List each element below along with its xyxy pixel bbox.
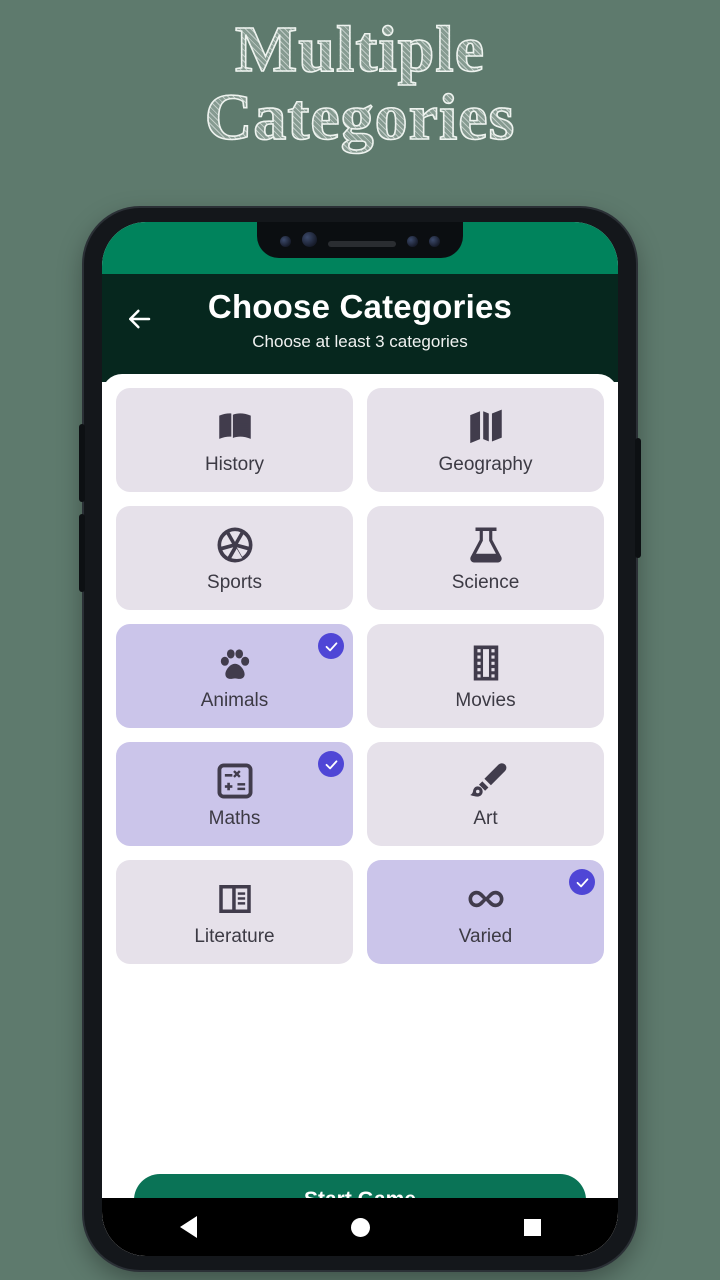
category-card-geography[interactable]: Geography	[367, 388, 604, 492]
selected-check-badge	[318, 633, 344, 659]
back-triangle-icon	[179, 1216, 197, 1238]
check-icon	[576, 877, 588, 887]
content-sheet: History Geography Sports Science Animals Movi…	[102, 374, 618, 1256]
sports-ball-icon	[213, 523, 257, 567]
category-card-animals[interactable]: Animals	[116, 624, 353, 728]
app-screen: Choose Categories Choose at least 3 cate…	[102, 222, 618, 1256]
category-label: Sports	[207, 572, 262, 593]
check-icon	[325, 759, 337, 769]
paw-icon	[213, 641, 257, 685]
category-label: History	[204, 454, 265, 475]
category-card-science[interactable]: Science	[367, 506, 604, 610]
category-label: Movies	[455, 690, 516, 711]
phone-bezel: Choose Categories Choose at least 3 cate…	[102, 222, 618, 1256]
proximity-sensor-icon	[407, 236, 418, 247]
article-icon	[213, 877, 257, 921]
notch	[257, 222, 463, 258]
category-card-maths[interactable]: Maths	[116, 742, 353, 846]
promo-headline-line-2: Categories	[204, 81, 516, 154]
page-subtitle: Choose at least 3 categories	[252, 332, 468, 351]
selected-check-badge	[318, 751, 344, 777]
category-label: Maths	[208, 808, 261, 829]
nav-recents-button[interactable]	[502, 1209, 562, 1245]
category-label: Animals	[200, 690, 269, 711]
promo-headline: Multiple Categories	[0, 13, 720, 154]
category-card-sports[interactable]: Sports	[116, 506, 353, 610]
app-bar: Choose Categories Choose at least 3 cate…	[102, 274, 618, 382]
nav-back-button[interactable]	[158, 1209, 218, 1245]
sensor-icon	[280, 236, 291, 247]
power-button[interactable]	[635, 438, 641, 558]
volume-up-button[interactable]	[79, 424, 85, 502]
paintbrush-icon	[464, 759, 508, 803]
phone-mockup: Choose Categories Choose at least 3 cate…	[79, 208, 641, 1270]
category-card-movies[interactable]: Movies	[367, 624, 604, 728]
front-camera-icon	[302, 232, 317, 247]
category-card-literature[interactable]: Literature	[116, 860, 353, 964]
film-strip-icon	[464, 641, 508, 685]
category-label: Science	[451, 572, 520, 593]
recents-square-icon	[523, 1218, 541, 1236]
status-bar	[102, 222, 618, 274]
selected-check-badge	[569, 869, 595, 895]
promo-headline-line-1: Multiple	[234, 13, 485, 86]
category-label: Varied	[458, 926, 513, 947]
open-book-icon	[213, 405, 257, 449]
category-grid: History Geography Sports Science Animals Movi…	[108, 388, 612, 964]
category-card-varied[interactable]: Varied	[367, 860, 604, 964]
volume-down-button[interactable]	[79, 514, 85, 592]
check-icon	[325, 641, 337, 651]
page-title: Choose Categories	[207, 288, 513, 325]
home-circle-icon	[350, 1217, 370, 1237]
category-card-art[interactable]: Art	[367, 742, 604, 846]
category-label: Literature	[194, 926, 275, 947]
map-icon	[464, 405, 508, 449]
ambient-sensor-icon	[429, 236, 440, 247]
category-label: Art	[473, 808, 498, 829]
android-navigation-bar	[102, 1198, 618, 1256]
category-label: Geography	[438, 454, 533, 475]
calculator-icon	[213, 759, 257, 803]
category-card-history[interactable]: History	[116, 388, 353, 492]
nav-home-button[interactable]	[330, 1209, 390, 1245]
earpiece-speaker	[328, 241, 396, 247]
flask-icon	[464, 523, 508, 567]
infinity-icon	[464, 877, 508, 921]
